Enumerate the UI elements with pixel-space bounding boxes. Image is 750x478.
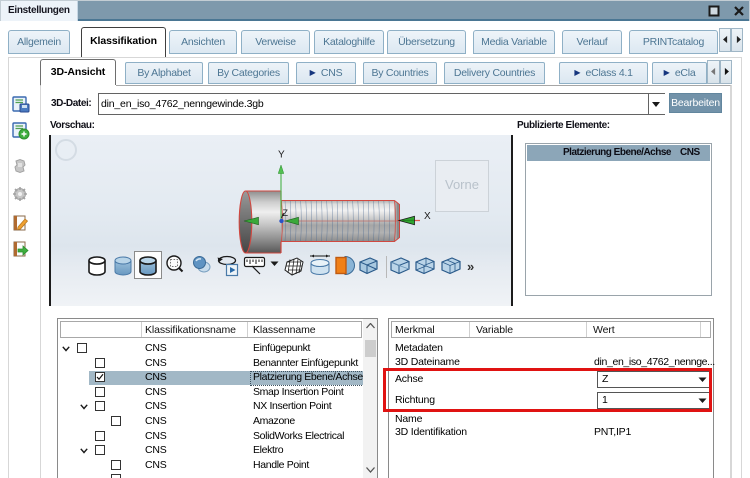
svg-text:»: »	[467, 259, 474, 274]
svg-text:X: X	[424, 211, 431, 222]
svg-text:Z: Z	[283, 208, 289, 218]
svg-text:Y: Y	[278, 150, 285, 161]
